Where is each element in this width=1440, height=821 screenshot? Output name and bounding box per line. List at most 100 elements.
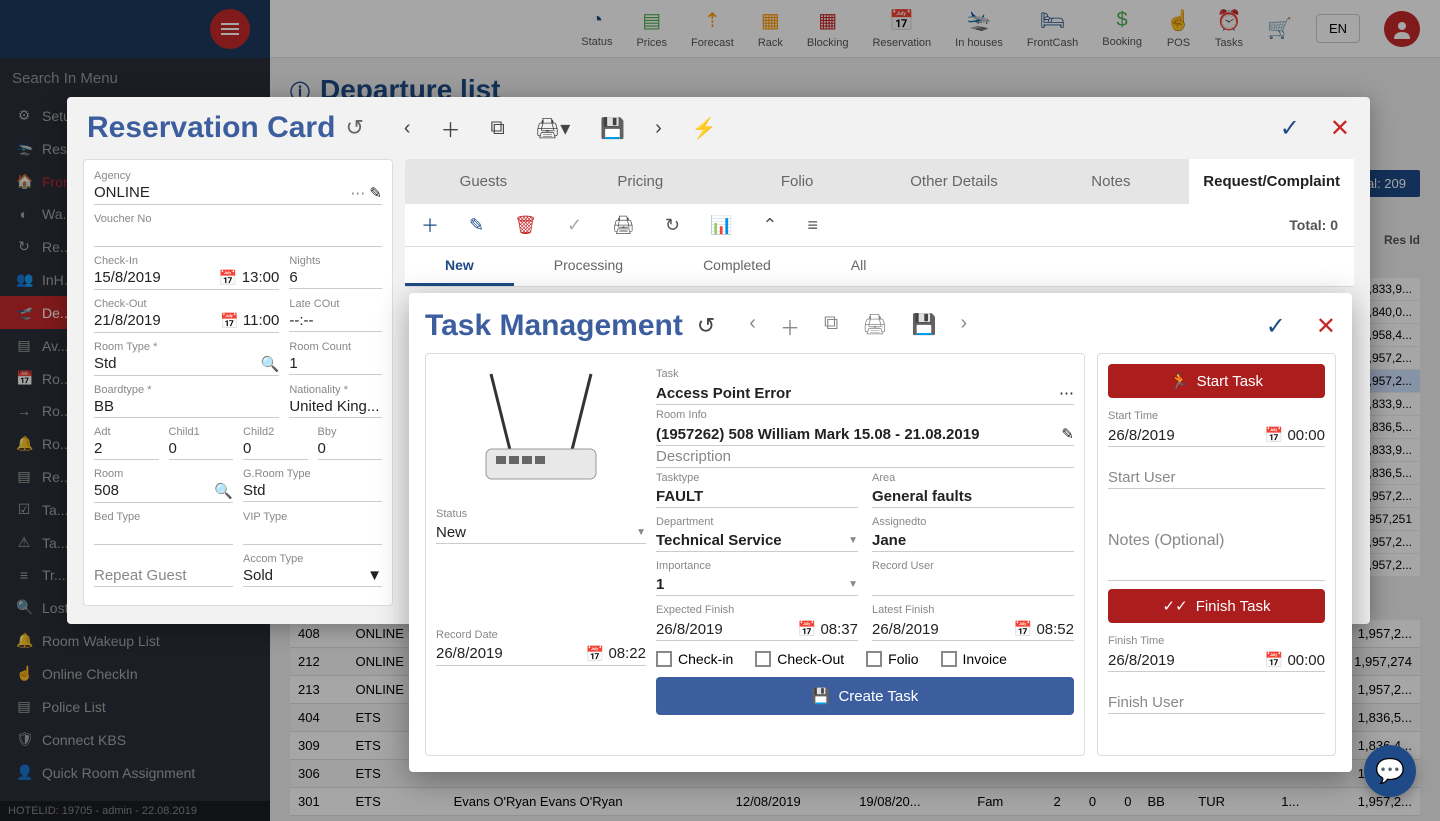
repeat-guest-value[interactable]: Repeat Guest: [94, 565, 233, 587]
tab-requestcomplaint[interactable]: Request/Complaint: [1189, 159, 1354, 204]
nationality-value[interactable]: United King...: [289, 396, 382, 418]
bby-value[interactable]: 0: [318, 438, 383, 460]
calendar-icon[interactable]: 📅: [220, 312, 239, 330]
add-icon[interactable]: ＋: [780, 312, 800, 341]
startuser-field[interactable]: Start User: [1108, 467, 1325, 489]
dropdown-icon[interactable]: ▼: [636, 527, 646, 538]
assignedto-value[interactable]: Jane: [872, 530, 1074, 552]
print-icon[interactable]: 🖨▾: [535, 116, 570, 141]
checkout-checkbox[interactable]: Check-Out: [755, 651, 844, 667]
agency-value[interactable]: ONLINE: [94, 184, 150, 202]
edit-icon[interactable]: ✎: [469, 215, 484, 236]
lightning-icon[interactable]: ⚡: [692, 116, 717, 141]
tab-notes[interactable]: Notes: [1032, 159, 1189, 204]
expectedfinish-time[interactable]: 08:37: [820, 621, 858, 638]
prev-icon[interactable]: ‹: [749, 312, 756, 341]
add-icon[interactable]: ＋: [441, 114, 461, 143]
checkout-date[interactable]: 21/8/2019: [94, 312, 161, 330]
department-value[interactable]: Technical Service: [656, 532, 782, 549]
calendar-icon[interactable]: 📅: [798, 620, 817, 638]
copy-icon[interactable]: ⧉: [491, 117, 505, 140]
latestfinish-time[interactable]: 08:52: [1036, 621, 1074, 638]
subtab-new[interactable]: New: [405, 247, 514, 286]
checkin-date[interactable]: 15/8/2019: [94, 269, 161, 287]
calendar-icon[interactable]: 📅: [1014, 620, 1033, 638]
calendar-icon[interactable]: 📅: [586, 645, 605, 663]
dropdown-icon[interactable]: ▼: [848, 535, 858, 546]
invoice-checkbox[interactable]: Invoice: [941, 651, 1007, 667]
latecout-value[interactable]: --:--: [289, 310, 382, 332]
tasktype-value[interactable]: FAULT: [656, 486, 858, 508]
save-icon[interactable]: 💾: [912, 312, 937, 341]
edit-icon[interactable]: ✎: [1061, 425, 1074, 443]
checkin-time[interactable]: 13:00: [242, 269, 280, 287]
confirm-icon[interactable]: ✓: [1280, 114, 1300, 143]
room-value[interactable]: 508: [94, 482, 119, 500]
finishtime-date[interactable]: 26/8/2019: [1108, 652, 1175, 669]
subtab-processing[interactable]: Processing: [514, 247, 663, 286]
status-value[interactable]: New: [436, 524, 466, 541]
tab-pricing[interactable]: Pricing: [562, 159, 719, 204]
adt-value[interactable]: 2: [94, 438, 159, 460]
dropdown-icon[interactable]: ▼: [367, 567, 382, 584]
menu-icon[interactable]: ≡: [808, 215, 819, 236]
recorduser-value[interactable]: [872, 574, 1074, 596]
nights-value[interactable]: 6: [289, 267, 382, 289]
next-icon[interactable]: ›: [655, 117, 662, 140]
roomcount-value[interactable]: 1: [289, 353, 382, 375]
child1-value[interactable]: 0: [169, 438, 234, 460]
start-task-button[interactable]: 🏃Start Task: [1108, 364, 1325, 398]
excel-icon[interactable]: 📊: [710, 215, 732, 236]
confirm-icon[interactable]: ✓: [1266, 312, 1286, 341]
bedtype-value[interactable]: [94, 523, 233, 545]
calendar-icon[interactable]: 📅: [1265, 426, 1284, 444]
expectedfinish-date[interactable]: 26/8/2019: [656, 621, 723, 638]
print-icon[interactable]: 🖨: [612, 215, 635, 236]
search-icon[interactable]: 🔍: [214, 482, 233, 500]
subtab-completed[interactable]: Completed: [663, 247, 811, 286]
prev-icon[interactable]: ‹: [404, 117, 411, 140]
delete-icon[interactable]: 🗑: [514, 215, 537, 236]
folio-checkbox[interactable]: Folio: [866, 651, 918, 667]
notes-field[interactable]: Notes (Optional): [1108, 528, 1325, 554]
print-icon[interactable]: 🖨: [862, 312, 887, 341]
search-icon[interactable]: 🔍: [261, 355, 280, 373]
save-icon[interactable]: 💾: [600, 116, 625, 141]
tab-guests[interactable]: Guests: [405, 159, 562, 204]
acctype-value[interactable]: Sold: [243, 567, 273, 584]
recorddate-value[interactable]: 26/8/2019: [436, 645, 503, 662]
child2-value[interactable]: 0: [243, 438, 308, 460]
agency-more-icon[interactable]: ⋯: [350, 184, 365, 202]
calendar-icon[interactable]: 📅: [219, 269, 238, 287]
starttime-time[interactable]: 00:00: [1287, 427, 1325, 444]
next-icon[interactable]: ›: [961, 312, 968, 341]
checkout-time[interactable]: 11:00: [243, 312, 279, 330]
description-field[interactable]: Description: [656, 446, 1074, 468]
subtab-all[interactable]: All: [811, 247, 907, 286]
roominfo-value[interactable]: (1957262) 508 William Mark 15.08 - 21.08…: [656, 426, 979, 443]
boardtype-value[interactable]: BB: [94, 396, 279, 418]
agency-edit-icon[interactable]: ✎: [369, 184, 382, 202]
latestfinish-date[interactable]: 26/8/2019: [872, 621, 939, 638]
recorddate-time[interactable]: 08:22: [608, 645, 646, 662]
importance-value[interactable]: 1: [656, 576, 664, 593]
voucher-value[interactable]: [94, 225, 382, 247]
tab-folio[interactable]: Folio: [719, 159, 876, 204]
area-value[interactable]: General faults: [872, 486, 1074, 508]
collapse-icon[interactable]: ⌃: [762, 215, 777, 236]
more-icon[interactable]: ⋯: [1059, 384, 1074, 402]
task-name-value[interactable]: Access Point Error: [656, 385, 791, 402]
add-icon[interactable]: ＋: [421, 212, 439, 238]
tab-otherdetails[interactable]: Other Details: [876, 159, 1033, 204]
history-icon[interactable]: ↺: [697, 313, 715, 339]
checkin-checkbox[interactable]: Check-in: [656, 651, 733, 667]
refresh-icon[interactable]: ↻: [665, 215, 680, 236]
roomtype-value[interactable]: Std: [94, 355, 117, 373]
dropdown-icon[interactable]: ▼: [848, 579, 858, 590]
finish-task-button[interactable]: ✓✓Finish Task: [1108, 589, 1325, 623]
finishuser-field[interactable]: Finish User: [1108, 692, 1325, 714]
close-icon[interactable]: ✕: [1316, 312, 1336, 341]
groomtype-value[interactable]: Std: [243, 480, 382, 502]
starttime-date[interactable]: 26/8/2019: [1108, 427, 1175, 444]
viptype-value[interactable]: [243, 523, 382, 545]
